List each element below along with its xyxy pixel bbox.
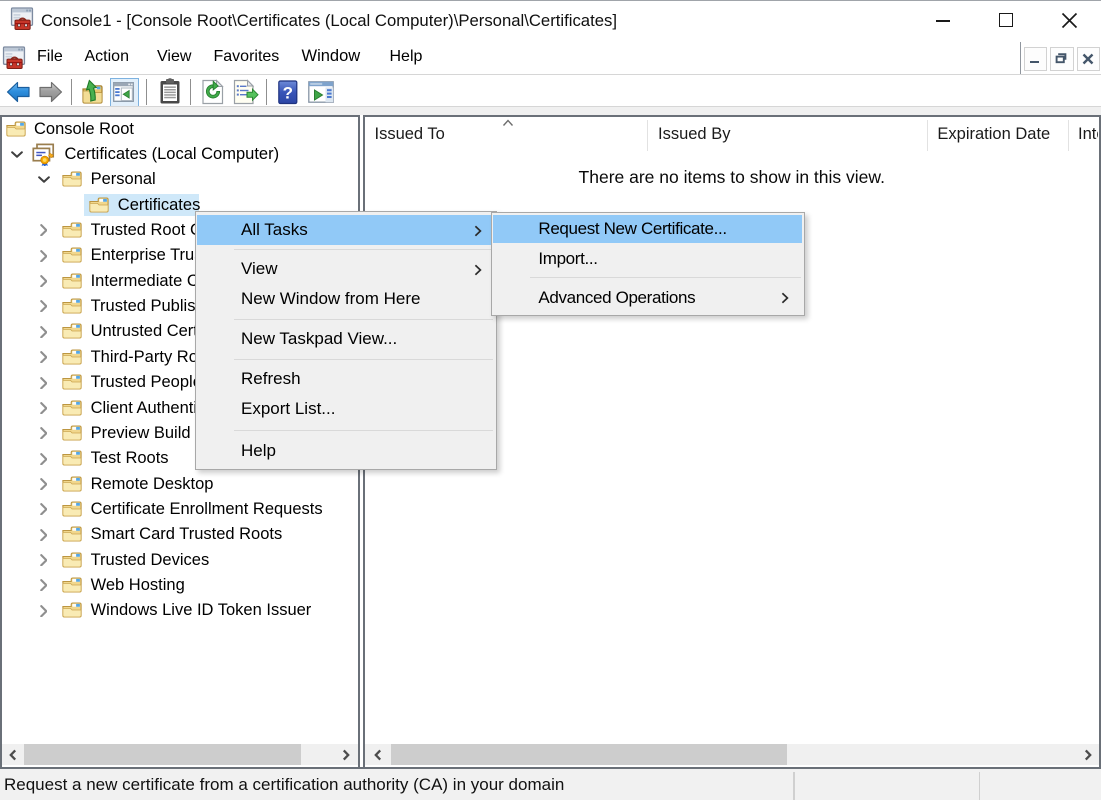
svg-text:?: ?	[282, 83, 292, 102]
